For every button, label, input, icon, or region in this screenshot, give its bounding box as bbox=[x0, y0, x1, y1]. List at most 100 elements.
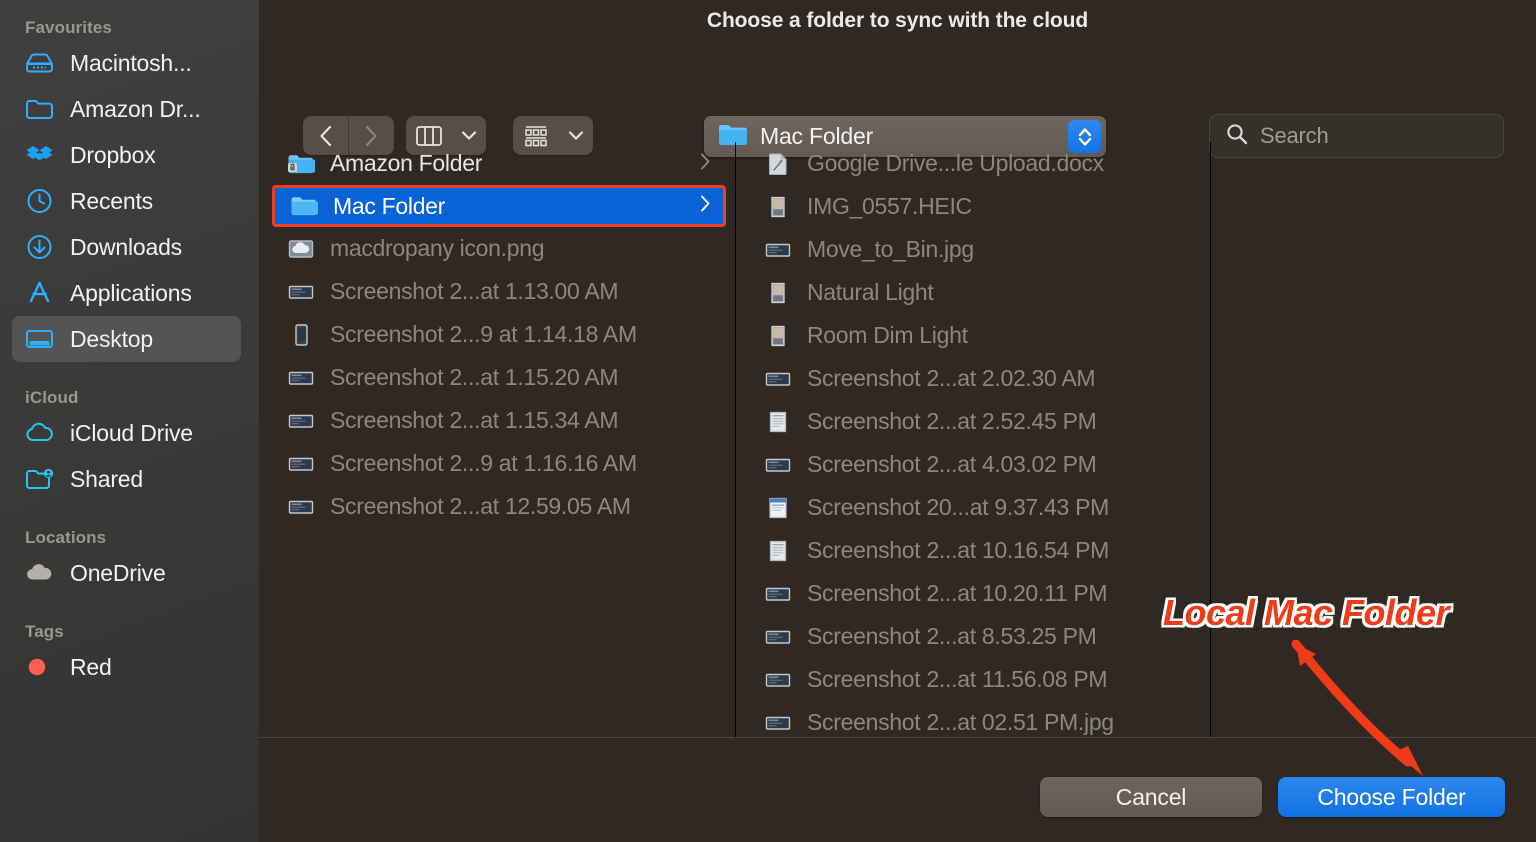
file-row[interactable]: Mac Folder bbox=[272, 185, 726, 227]
sidebar-item-desktop[interactable]: Desktop bbox=[12, 316, 241, 362]
screenshot-thumb-icon bbox=[764, 666, 792, 694]
file-row[interactable]: Screenshot 2...at 11.56.08 PM bbox=[736, 658, 1210, 701]
download-icon bbox=[25, 233, 54, 262]
photo-thumb-icon bbox=[764, 193, 792, 221]
file-row-label: Room Dim Light bbox=[807, 322, 968, 348]
sidebar-group-title-tags: Tags bbox=[25, 622, 64, 641]
file-row-label: Move_to_Bin.jpg bbox=[807, 236, 974, 262]
annotation-arrow-icon bbox=[1290, 639, 1435, 785]
file-row[interactable]: IMG_0557.HEIC bbox=[736, 185, 1210, 228]
screenshot-thumb-icon bbox=[764, 709, 792, 737]
sidebar-item-downloads[interactable]: Downloads bbox=[12, 224, 241, 270]
file-row-label: Natural Light bbox=[807, 279, 934, 305]
file-row[interactable]: Screenshot 2...at 4.03.02 PM bbox=[736, 443, 1210, 486]
screenshot-thumb-icon bbox=[764, 236, 792, 264]
sidebar-item-label: iCloud Drive bbox=[70, 419, 193, 446]
file-row-label: Mac Folder bbox=[333, 192, 446, 219]
file-row-label: Screenshot 2...at 1.13.00 AM bbox=[330, 278, 619, 304]
sidebar-item-amazon-dr[interactable]: Amazon Dr... bbox=[12, 86, 241, 132]
dialog-title: Choose a folder to sync with the cloud bbox=[706, 9, 1089, 32]
dropbox-icon bbox=[25, 141, 54, 170]
file-row[interactable]: Natural Light bbox=[736, 271, 1210, 314]
file-row[interactable]: Screenshot 20...at 9.37.43 PM bbox=[736, 486, 1210, 529]
sidebar-item-macintosh[interactable]: Macintosh... bbox=[12, 40, 241, 86]
desktop-icon bbox=[25, 325, 54, 354]
sidebar-group-title-icloud: iCloud bbox=[25, 388, 79, 407]
file-row-label: Screenshot 2...at 10.16.54 PM bbox=[807, 537, 1109, 563]
sidebar-group-title-locations: Locations bbox=[25, 528, 107, 547]
file-row[interactable]: Screenshot 2...at 8.53.25 PM bbox=[736, 615, 1210, 658]
sidebar-item-recents[interactable]: Recents bbox=[12, 178, 241, 224]
image-cloud-icon bbox=[287, 235, 315, 263]
disclosure-chevron-icon bbox=[700, 152, 711, 175]
column-two: Google Drive...le Upload.docx IMG_0557.HE… bbox=[736, 142, 1210, 737]
screenshot-thumb-icon bbox=[287, 364, 315, 392]
document-thumb-icon bbox=[764, 408, 792, 436]
file-row[interactable]: Screenshot 2...9 at 1.14.18 AM bbox=[259, 313, 735, 356]
sidebar-item-label: Shared bbox=[70, 465, 143, 492]
folder-icon bbox=[25, 95, 54, 124]
sidebar-item-label: Downloads bbox=[70, 233, 182, 260]
file-row[interactable]: Screenshot 2...at 10.20.11 PM bbox=[736, 572, 1210, 615]
column-one: Amazon Folder Mac Folder macdropany icon.p… bbox=[259, 142, 735, 737]
file-row[interactable]: Screenshot 2...at 12.59.05 AM bbox=[259, 485, 735, 528]
file-row[interactable]: Screenshot 2...at 2.02.30 AM bbox=[736, 357, 1210, 400]
cancel-button[interactable]: Cancel bbox=[1040, 777, 1262, 817]
file-row-label: IMG_0557.HEIC bbox=[807, 193, 972, 219]
file-row-label: Screenshot 2...at 11.56.08 PM bbox=[807, 666, 1108, 692]
sidebar-item-label: Macintosh... bbox=[70, 49, 192, 76]
locked-folder-icon bbox=[287, 150, 315, 178]
file-row-label: macdropany icon.png bbox=[330, 235, 545, 261]
photo-thumb-icon bbox=[764, 279, 792, 307]
file-row[interactable]: Screenshot 2...at 1.15.20 AM bbox=[259, 356, 735, 399]
file-row[interactable]: Screenshot 2...at 1.15.34 AM bbox=[259, 399, 735, 442]
sidebar-item-icloud-drive[interactable]: iCloud Drive bbox=[12, 410, 241, 456]
file-row[interactable]: Screenshot 2...at 2.52.45 PM bbox=[736, 400, 1210, 443]
file-row-label: Screenshot 2...9 at 1.14.18 AM bbox=[330, 321, 637, 347]
file-row-label: Screenshot 2...at 02.51 PM.jpg bbox=[807, 709, 1114, 735]
sidebar-item-red[interactable]: Red bbox=[12, 644, 241, 690]
file-row-label: Screenshot 2...at 1.15.34 AM bbox=[330, 407, 619, 433]
sidebar-item-label: Dropbox bbox=[70, 141, 156, 168]
phone-thumb-icon bbox=[287, 321, 315, 349]
sidebar-item-label: Red bbox=[70, 653, 112, 680]
clock-icon bbox=[25, 187, 54, 216]
file-row-label: Google Drive...le Upload.docx bbox=[807, 150, 1104, 176]
disclosure-chevron-icon bbox=[700, 195, 711, 218]
file-row[interactable]: Screenshot 2...at 1.13.00 AM bbox=[259, 270, 735, 313]
sidebar-item-applications[interactable]: Applications bbox=[12, 270, 241, 316]
file-row[interactable]: Screenshot 2...at 10.16.54 PM bbox=[736, 529, 1210, 572]
sidebar-item-dropbox[interactable]: Dropbox bbox=[12, 132, 241, 178]
screenshot-thumb-icon bbox=[287, 407, 315, 435]
file-row-label: Screenshot 2...at 4.03.02 PM bbox=[807, 451, 1097, 477]
folder-icon bbox=[290, 192, 318, 220]
sidebar-group-title-favourites: Favourites bbox=[25, 18, 112, 37]
file-row[interactable]: macdropany icon.png bbox=[259, 227, 735, 270]
sidebar-item-onedrive[interactable]: OneDrive bbox=[12, 550, 241, 596]
shared-folder-icon bbox=[25, 465, 54, 494]
file-row[interactable]: Screenshot 2...at 02.51 PM.jpg bbox=[736, 701, 1210, 737]
screenshot-thumb-icon bbox=[764, 365, 792, 393]
file-row[interactable]: Amazon Folder bbox=[259, 142, 735, 185]
file-row[interactable]: Screenshot 2...9 at 1.16.16 AM bbox=[259, 442, 735, 485]
file-row[interactable]: Room Dim Light bbox=[736, 314, 1210, 357]
file-row-label: Screenshot 2...at 1.15.20 AM bbox=[330, 364, 619, 390]
sidebar-item-label: Amazon Dr... bbox=[70, 95, 201, 122]
sidebar-item-shared[interactable]: Shared bbox=[12, 456, 241, 502]
file-row-label: Screenshot 2...at 8.53.25 PM bbox=[807, 623, 1097, 649]
file-row-label: Amazon Folder bbox=[330, 150, 483, 176]
file-row-label: Screenshot 20...at 9.37.43 PM bbox=[807, 494, 1109, 520]
screenshot-thumb-icon bbox=[764, 623, 792, 651]
sidebar-item-label: Recents bbox=[70, 187, 153, 214]
file-row[interactable]: Move_to_Bin.jpg bbox=[736, 228, 1210, 271]
file-row-label: Screenshot 2...9 at 1.16.16 AM bbox=[330, 450, 637, 476]
cloud-icon bbox=[25, 419, 54, 448]
sidebar-item-label: Applications bbox=[70, 279, 192, 306]
hard-drive-icon bbox=[25, 49, 54, 78]
file-row[interactable]: Google Drive...le Upload.docx bbox=[736, 142, 1210, 185]
sidebar: Favourites Macintosh... Amazon Dr... Dropbo… bbox=[0, 0, 259, 842]
file-row-label: Screenshot 2...at 2.52.45 PM bbox=[807, 408, 1097, 434]
photo-thumb-icon bbox=[764, 322, 792, 350]
screenshot-thumb-icon bbox=[287, 278, 315, 306]
screenshot-thumb-icon bbox=[287, 450, 315, 478]
